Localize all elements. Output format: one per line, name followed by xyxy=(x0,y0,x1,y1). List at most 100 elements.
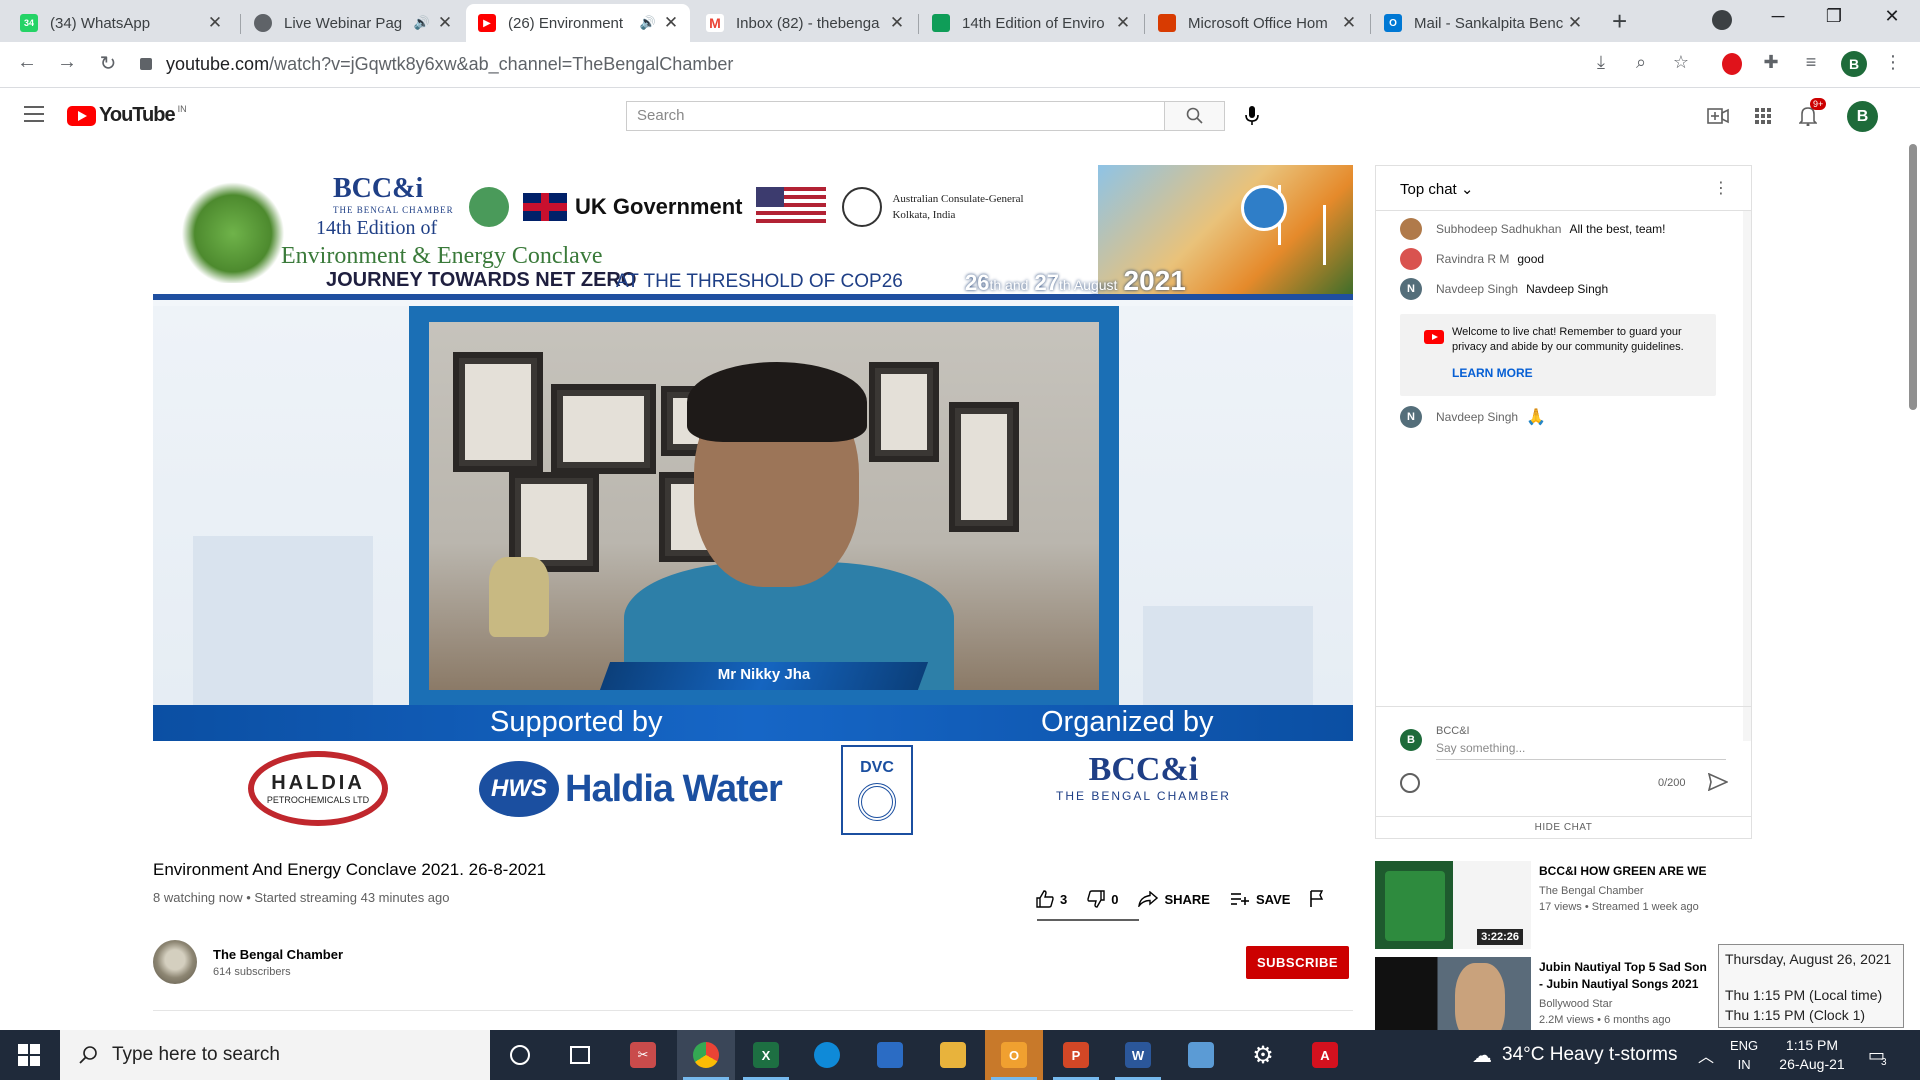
microsoft-store-icon[interactable] xyxy=(861,1030,919,1080)
speaker-icon[interactable]: 🔊 xyxy=(640,15,656,31)
acrobat-icon[interactable]: A xyxy=(1296,1030,1354,1080)
address-bar[interactable]: youtube.com/watch?v=jGqwtk8y6xw&ab_chann… xyxy=(140,47,1620,81)
windows-start-icon[interactable] xyxy=(18,1044,40,1066)
top-chat-dropdown[interactable]: Top chat ⌄ xyxy=(1400,180,1473,198)
task-view-icon[interactable] xyxy=(551,1030,609,1080)
outlook-taskbar-icon[interactable]: O xyxy=(985,1030,1043,1080)
restore-button[interactable]: ❐ xyxy=(1814,6,1854,27)
close-tab-icon[interactable]: ✕ xyxy=(206,13,224,33)
tab-youtube-active[interactable]: ▶ (26) Environment 🔊 ✕ xyxy=(466,4,690,42)
video-thumbnail[interactable]: 3:22:26 xyxy=(1375,861,1531,949)
tab-gmail[interactable]: M Inbox (82) - thebenga ✕ xyxy=(694,4,916,42)
haldia-water-text: Haldia Water xyxy=(565,767,783,810)
dislike-button[interactable]: 0 xyxy=(1087,890,1118,908)
hamburger-menu-icon[interactable] xyxy=(24,106,44,127)
apps-grid-icon[interactable] xyxy=(1751,104,1775,128)
close-window-button[interactable]: ✕ xyxy=(1872,6,1912,27)
close-tab-icon[interactable]: ✕ xyxy=(1114,13,1132,33)
chat-author[interactable]: Subhodeep Sadhukhan xyxy=(1436,222,1561,236)
recommended-video[interactable]: Jubin Nautiyal Top 5 Sad Son - Jubin Nau… xyxy=(1375,957,1775,1030)
video-player[interactable]: BCC&i THE BENGAL CHAMBER 14th Edition of… xyxy=(153,165,1353,839)
tab-search-icon[interactable] xyxy=(1712,10,1732,30)
tab-sheets[interactable]: 14th Edition of Enviro ✕ xyxy=(920,4,1142,42)
close-tab-icon[interactable]: ✕ xyxy=(1340,13,1358,33)
create-video-icon[interactable] xyxy=(1706,104,1730,128)
chrome-profile-avatar[interactable]: B xyxy=(1841,51,1867,77)
word-icon[interactable]: W xyxy=(1109,1030,1167,1080)
search-input[interactable]: Search xyxy=(626,101,1165,131)
new-tab-button[interactable]: + xyxy=(1612,6,1627,37)
microphone-icon[interactable] xyxy=(1240,104,1264,128)
minimize-button[interactable]: ─ xyxy=(1758,6,1798,27)
reload-icon[interactable]: ↻ xyxy=(94,51,122,76)
action-center-icon[interactable]: ▭ 3 xyxy=(1868,1030,1887,1080)
scrollbar-thumb[interactable] xyxy=(1909,144,1917,410)
lock-icon[interactable] xyxy=(140,58,152,70)
opera-extension-icon[interactable] xyxy=(1722,53,1742,75)
file-explorer-icon[interactable] xyxy=(924,1030,982,1080)
recommended-video[interactable]: 3:22:26 BCC&I HOW GREEN ARE WE The Benga… xyxy=(1375,861,1775,951)
close-tab-icon[interactable]: ✕ xyxy=(1566,13,1584,33)
extensions-puzzle-icon[interactable]: ✚ xyxy=(1758,52,1784,73)
learn-more-link[interactable]: LEARN MORE xyxy=(1452,366,1533,380)
close-tab-icon[interactable]: ✕ xyxy=(436,13,454,33)
recommended-title[interactable]: Jubin Nautiyal Top 5 Sad Son xyxy=(1539,959,1719,976)
us-flag-icon xyxy=(756,187,827,227)
hide-chat-button[interactable]: HIDE CHAT xyxy=(1376,816,1751,839)
notifications-bell-icon[interactable]: 9+ xyxy=(1796,98,1827,128)
install-app-icon[interactable]: ⤓ xyxy=(1588,52,1614,73)
close-tab-icon[interactable]: ✕ xyxy=(662,13,680,33)
cortana-icon[interactable] xyxy=(491,1030,549,1080)
save-button[interactable]: SAVE xyxy=(1230,892,1290,907)
recommended-title[interactable]: BCC&I HOW GREEN ARE WE xyxy=(1539,863,1719,880)
excel-icon[interactable]: X xyxy=(737,1030,795,1080)
tab-office[interactable]: Microsoft Office Hom ✕ xyxy=(1146,4,1368,42)
like-button[interactable]: 3 xyxy=(1036,890,1067,908)
taskbar-clock[interactable]: 1:15 PM 26-Aug-21 xyxy=(1772,1036,1852,1074)
chrome-menu-icon[interactable]: ⋮ xyxy=(1880,52,1906,73)
chrome-taskbar-icon[interactable] xyxy=(677,1030,735,1080)
back-arrow-icon[interactable]: ← xyxy=(13,51,41,74)
channel-name[interactable]: The Bengal Chamber xyxy=(213,947,343,962)
media-control-icon[interactable]: ≡ xyxy=(1798,52,1824,73)
tab-live-webinar[interactable]: Live Webinar Pag 🔊 ✕ xyxy=(242,4,464,42)
report-flag-button[interactable] xyxy=(1310,890,1330,908)
bookmark-star-icon[interactable]: ☆ xyxy=(1668,52,1694,73)
tab-whatsapp[interactable]: 34 (34) WhatsApp ✕ xyxy=(8,4,234,42)
snipping-tool-icon[interactable]: ✂ xyxy=(614,1030,672,1080)
edge-icon[interactable] xyxy=(798,1030,856,1080)
speaker-icon[interactable]: 🔊 xyxy=(414,15,430,31)
settings-gear-icon[interactable]: ⚙ xyxy=(1234,1030,1292,1080)
send-icon[interactable] xyxy=(1707,772,1729,796)
search-button[interactable] xyxy=(1165,101,1225,131)
emoji-icon[interactable] xyxy=(1400,773,1420,793)
channel-avatar[interactable] xyxy=(153,940,197,984)
youtube-logo[interactable]: YouTube IN xyxy=(67,104,187,127)
dvc-emblem-icon xyxy=(858,783,896,821)
notes-app-icon[interactable] xyxy=(1172,1030,1230,1080)
chat-user-avatar: B xyxy=(1400,729,1422,751)
chat-author[interactable]: Navdeep Singh xyxy=(1436,410,1518,424)
tab-outlook[interactable]: O Mail - Sankalpita Benc ✕ xyxy=(1372,4,1594,42)
chat-author[interactable]: Navdeep Singh xyxy=(1436,282,1518,296)
share-button[interactable]: SHARE xyxy=(1138,891,1210,907)
close-tab-icon[interactable]: ✕ xyxy=(888,13,906,33)
zoom-icon[interactable]: ⌕ xyxy=(1628,52,1654,73)
account-avatar[interactable]: B xyxy=(1847,101,1878,132)
powerpoint-icon[interactable]: P xyxy=(1047,1030,1105,1080)
video-thumbnail[interactable] xyxy=(1375,957,1531,1030)
tray-chevron-up-icon[interactable]: ︿ xyxy=(1698,1030,1714,1080)
recommended-title-line2[interactable]: - Jubin Nautiyal Songs 2021 xyxy=(1539,976,1719,993)
weather-widget[interactable]: ☁ 34°C Heavy t-storms xyxy=(1472,1030,1677,1080)
forward-arrow-icon[interactable]: → xyxy=(53,51,81,74)
chat-more-options-icon[interactable]: ⋮ xyxy=(1713,178,1729,198)
subscribe-button[interactable]: SUBSCRIBE xyxy=(1246,946,1349,979)
chat-scrollbar[interactable] xyxy=(1743,211,1751,741)
aus-line2: Kolkata, India xyxy=(892,209,956,221)
input-language[interactable]: ENG IN xyxy=(1730,1036,1758,1074)
taskbar-search-box[interactable]: Type here to search xyxy=(60,1030,490,1080)
chat-message-input[interactable]: Say something... xyxy=(1436,741,1726,760)
chat-user-name: BCC&I xyxy=(1436,725,1470,737)
chat-author[interactable]: Ravindra R M xyxy=(1436,252,1509,266)
page-scrollbar[interactable] xyxy=(1906,144,1920,1030)
